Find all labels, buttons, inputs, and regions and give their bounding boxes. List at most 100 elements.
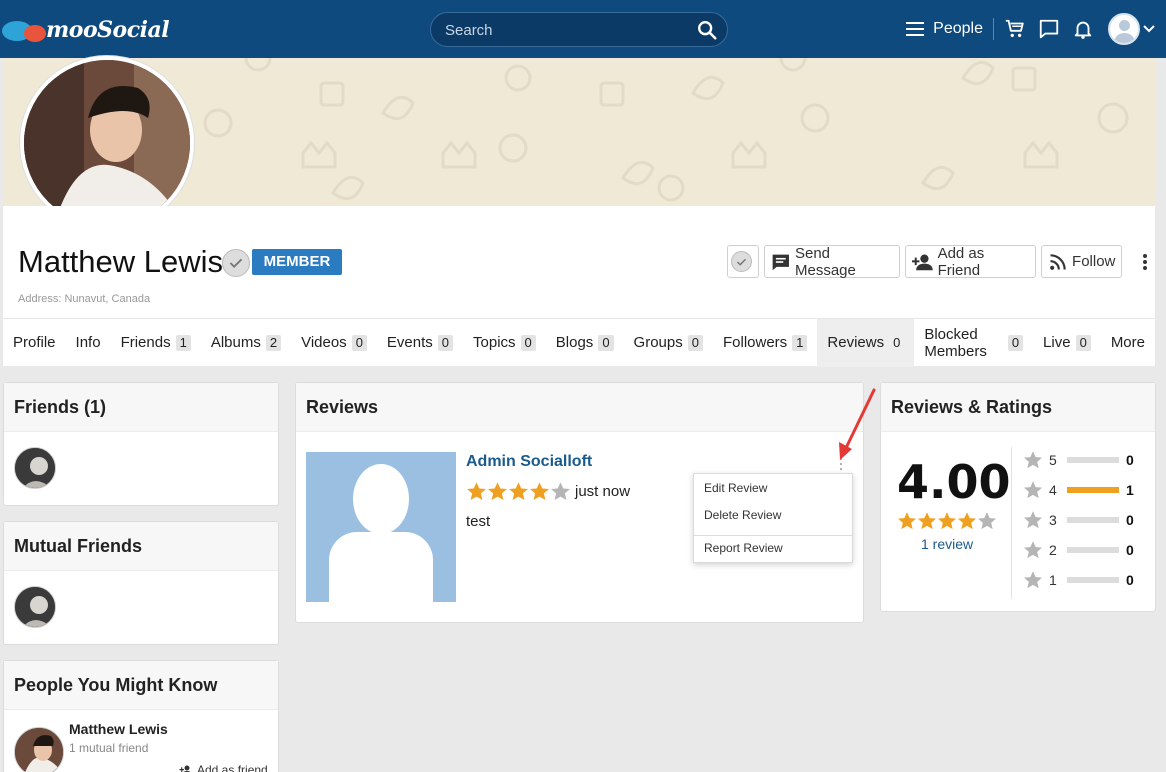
tab-profile[interactable]: Profile — [3, 319, 66, 367]
site-logo[interactable]: mooSocial — [2, 14, 170, 46]
star-icon — [1024, 541, 1042, 559]
star-filled-icon — [938, 512, 956, 530]
pymk-avatar[interactable] — [14, 727, 64, 772]
send-message-button[interactable]: Send Message — [764, 245, 901, 279]
review-count-link[interactable]: 1 review — [921, 536, 973, 552]
review-time: just now — [575, 483, 631, 500]
tab-live[interactable]: Live 0 — [1033, 319, 1101, 367]
tab-reviews[interactable]: Reviews 0 — [817, 318, 915, 367]
cart-icon[interactable] — [1004, 18, 1026, 40]
tab-label: Followers — [722, 334, 788, 351]
tab-albums[interactable]: Albums 2 — [201, 319, 291, 367]
tab-events[interactable]: Events 0 — [377, 319, 463, 367]
rating-row: 20 — [1023, 540, 1134, 560]
message-icon — [773, 254, 790, 270]
friend-avatar-image — [15, 448, 55, 488]
tab-label: Blocked Members — [924, 325, 987, 360]
annotation-arrow-icon — [839, 388, 876, 460]
reviews-title: Reviews — [296, 383, 863, 432]
profile-tabs: Profile Info Friends 1 Albums 2 Videos 0 Events 0… — [3, 318, 1155, 367]
star-filled-icon — [898, 512, 916, 530]
follow-button[interactable]: Follow — [1041, 245, 1123, 278]
chat-icon[interactable] — [1038, 18, 1060, 40]
star-icon — [1024, 571, 1042, 589]
tab-blogs[interactable]: Blogs 0 — [546, 319, 624, 367]
verify-button[interactable] — [727, 245, 760, 278]
delete-review-item[interactable]: Delete Review — [704, 508, 781, 522]
rating-bar-fill — [1067, 487, 1119, 493]
follow-label: Follow — [1072, 253, 1116, 270]
rating-level: 1 — [1049, 572, 1057, 588]
rss-icon — [1050, 253, 1066, 270]
star-filled-icon — [467, 482, 486, 500]
ratings-divider — [1011, 447, 1012, 599]
rating-level: 3 — [1049, 512, 1057, 528]
rating-level: 4 — [1049, 482, 1057, 498]
tab-label: Events — [386, 334, 433, 351]
tab-label: Albums — [210, 334, 261, 351]
tab-count: 0 — [598, 334, 614, 351]
top-navbar: mooSocial People — [0, 0, 1166, 58]
profile-name: Matthew Lewis — [18, 244, 224, 279]
tab-videos[interactable]: Videos 0 — [291, 319, 377, 367]
friends-card: Friends (1) — [3, 382, 279, 506]
star-empty-icon — [978, 512, 996, 530]
user-avatar-menu[interactable] — [1108, 13, 1156, 45]
tab-count: 0 — [1075, 334, 1091, 351]
mutual-friend-avatar[interactable] — [14, 586, 56, 628]
friend-avatar[interactable] — [14, 447, 56, 489]
pymk-name[interactable]: Matthew Lewis — [69, 721, 168, 737]
add-user-icon — [179, 765, 191, 772]
rating-level: 2 — [1049, 542, 1057, 558]
tab-label: Reviews — [827, 334, 885, 351]
chevron-down-icon — [1143, 25, 1155, 33]
people-menu-button[interactable]: People — [906, 18, 994, 40]
reviewer-name[interactable]: Admin Socialloft — [466, 453, 592, 471]
check-icon — [730, 251, 752, 272]
tab-count: 0 — [351, 334, 367, 351]
menu-divider — [694, 535, 852, 536]
edit-review-item[interactable]: Edit Review — [704, 481, 767, 495]
tab-label: Live — [1043, 334, 1071, 351]
rating-bar — [1067, 547, 1119, 553]
profile-photo-image — [24, 60, 190, 226]
search-input[interactable] — [445, 21, 685, 39]
average-stars — [897, 511, 997, 531]
rating-bar — [1067, 517, 1119, 523]
pymk-add-friend-button[interactable]: Add as friend — [179, 763, 268, 772]
tab-label: Videos — [301, 334, 347, 351]
member-badge: MEMBER — [252, 249, 342, 275]
rating-row: 10 — [1023, 570, 1134, 590]
review-text: test — [466, 513, 491, 530]
tab-label: Profile — [13, 334, 56, 351]
search-box — [430, 12, 728, 47]
tab-info[interactable]: Info — [66, 319, 111, 367]
tab-label: Blogs — [555, 334, 594, 351]
bell-icon[interactable] — [1072, 18, 1094, 40]
tab-label: Friends — [120, 334, 171, 351]
tab-label: Topics — [473, 334, 516, 351]
profile-photo[interactable] — [20, 56, 194, 230]
logo-text: mooSocial — [46, 17, 170, 43]
add-friend-button[interactable]: Add as Friend — [905, 244, 1037, 279]
search-icon[interactable] — [696, 19, 718, 41]
more-options-icon[interactable] — [1135, 251, 1155, 273]
menu-icon — [906, 22, 925, 36]
tab-groups[interactable]: Groups 0 — [624, 319, 713, 367]
star-filled-icon — [509, 482, 528, 500]
tab-topics[interactable]: Topics 0 — [463, 319, 546, 367]
review-rating: just now — [466, 481, 630, 502]
add-user-icon — [912, 254, 933, 270]
star-icon — [1024, 451, 1042, 469]
tab-more[interactable]: More — [1101, 319, 1155, 367]
tab-label: Info — [75, 334, 101, 351]
report-review-item[interactable]: Report Review — [704, 541, 783, 555]
tab-friends[interactable]: Friends 1 — [111, 319, 201, 367]
rating-bar — [1067, 487, 1119, 493]
reviewer-avatar[interactable] — [306, 452, 456, 602]
add-friend-label: Add as Friend — [937, 244, 985, 279]
tab-blocked-members[interactable]: Blocked Members 0 — [914, 319, 1033, 367]
rating-count: 1 — [1126, 482, 1134, 498]
tab-followers[interactable]: Followers 1 — [713, 319, 817, 367]
pymk-mutual-count: 1 mutual friend — [69, 741, 149, 755]
